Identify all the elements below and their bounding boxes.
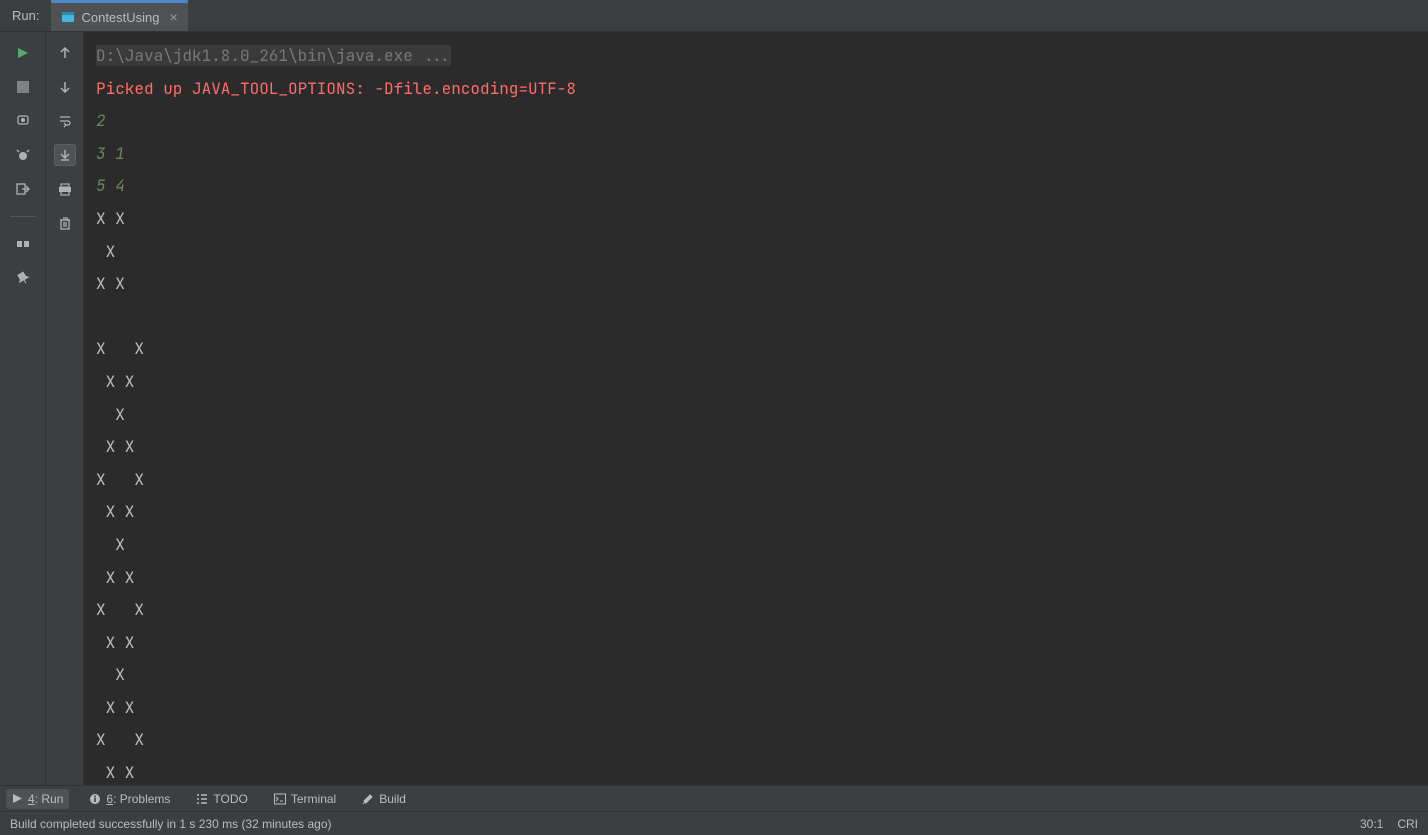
play-icon	[12, 793, 23, 804]
tab-build[interactable]: Build	[356, 789, 412, 809]
run-tab-contestusing[interactable]: ContestUsing ×	[51, 0, 187, 31]
tab-todo-label: TODO	[213, 792, 247, 806]
info-icon	[89, 793, 101, 805]
tab-problems-label: 6: Problems	[106, 792, 170, 806]
scroll-to-end-button[interactable]	[54, 144, 76, 166]
debug-button[interactable]	[12, 144, 34, 166]
dump-threads-button[interactable]	[12, 110, 34, 132]
run-tab-label: ContestUsing	[81, 10, 159, 25]
print-button[interactable]	[54, 178, 76, 200]
tab-run[interactable]: 4: Run	[6, 789, 69, 809]
stop-button[interactable]	[12, 76, 34, 98]
tab-build-label: Build	[379, 792, 406, 806]
tab-run-label: 4: Run	[28, 792, 63, 806]
console-output[interactable]: D:\Java\jdk1.8.0_261\bin\java.exe ... Pi…	[84, 32, 1428, 785]
down-arrow-button[interactable]	[54, 76, 76, 98]
run-config-icon	[61, 10, 75, 24]
console-toolbar	[46, 32, 84, 785]
cursor-position[interactable]: 30:1	[1360, 817, 1383, 831]
terminal-icon	[274, 793, 286, 805]
tab-problems[interactable]: 6: Problems	[83, 789, 176, 809]
rerun-button[interactable]	[12, 42, 34, 64]
tab-terminal[interactable]: Terminal	[268, 789, 342, 809]
tab-terminal-label: Terminal	[291, 792, 336, 806]
clear-all-button[interactable]	[54, 212, 76, 234]
pin-button[interactable]	[12, 267, 34, 289]
close-icon[interactable]: ×	[170, 9, 178, 25]
soft-wrap-button[interactable]	[54, 110, 76, 132]
separator	[10, 216, 36, 217]
tab-todo[interactable]: TODO	[190, 789, 253, 809]
hammer-icon	[362, 793, 374, 805]
run-tool-content: D:\Java\jdk1.8.0_261\bin\java.exe ... Pi…	[0, 32, 1428, 785]
status-bar: Build completed successfully in 1 s 230 …	[0, 811, 1428, 835]
run-tool-window-header: Run: ContestUsing ×	[0, 0, 1428, 32]
list-icon	[196, 793, 208, 805]
up-arrow-button[interactable]	[54, 42, 76, 64]
run-toolbar-left	[0, 32, 46, 785]
exit-button[interactable]	[12, 178, 34, 200]
bottom-tool-tabs: 4: Run 6: Problems TODO Terminal Build	[0, 785, 1428, 811]
line-separator[interactable]: CRI	[1397, 817, 1418, 831]
layout-button[interactable]	[12, 233, 34, 255]
run-label: Run:	[0, 0, 51, 31]
status-message: Build completed successfully in 1 s 230 …	[10, 817, 332, 831]
